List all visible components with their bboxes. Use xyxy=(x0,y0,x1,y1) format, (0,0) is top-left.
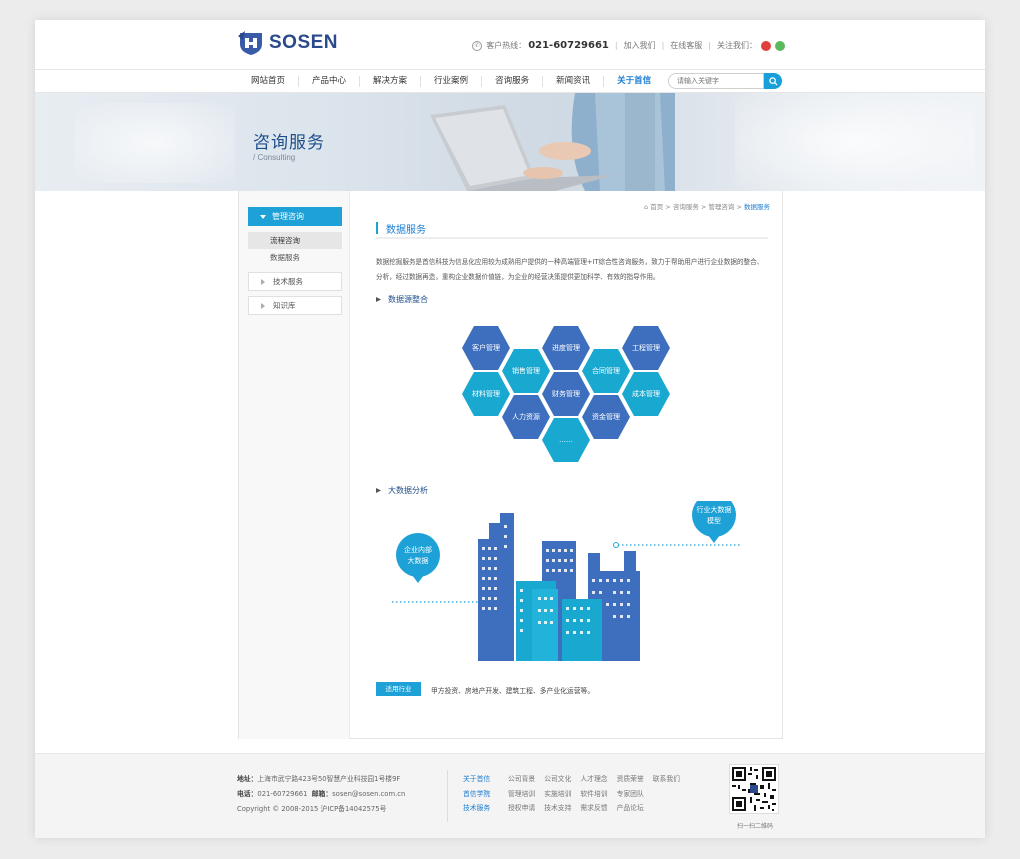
bubble-right-line2: 模型 xyxy=(707,516,721,525)
subsection-data-integration: 数据源整合 xyxy=(376,294,428,305)
hex-engineering: 工程管理 xyxy=(622,326,670,370)
caret-right-icon xyxy=(261,303,265,309)
breadcrumb-current: 数据服务 xyxy=(744,203,770,211)
qr-caption: 扫一扫二维码 xyxy=(736,823,773,830)
footer-head-academy[interactable]: 首信学院 xyxy=(463,787,508,802)
footer-head-tech[interactable]: 技术服务 xyxy=(463,801,508,816)
hotline-label: 客户热线： xyxy=(486,41,527,50)
nav-news[interactable]: 新闻资讯 xyxy=(542,75,603,87)
qr-code xyxy=(729,764,779,814)
hex-material: 材料管理 xyxy=(462,372,510,416)
online-service-link[interactable]: 在线客服 xyxy=(670,40,702,51)
nav-products[interactable]: 产品中心 xyxy=(298,75,359,87)
main-content: ⌂ 首页 > 咨询服务 > 管理咨询 > 数据服务 数据服务 数据挖掘服务是首信… xyxy=(354,191,784,739)
breadcrumb-management[interactable]: 管理咨询 xyxy=(708,203,734,211)
search-icon xyxy=(768,76,778,86)
hex-finance: 财务管理 xyxy=(542,372,590,416)
sidebar-group-knowledge-base[interactable]: 知识库 xyxy=(248,296,342,315)
weibo-icon[interactable] xyxy=(761,40,771,51)
caret-right-icon xyxy=(261,279,265,285)
wechat-icon[interactable] xyxy=(775,40,785,51)
footer-address: 上海市武宁路423号50智慧产业科技园1号楼9F xyxy=(257,775,401,783)
nav-consulting[interactable]: 咨询服务 xyxy=(481,75,542,87)
logo[interactable]: SOSEN xyxy=(237,30,338,56)
breadcrumb-home[interactable]: 首页 xyxy=(650,203,663,211)
search-box xyxy=(668,73,782,89)
page: SOSEN ✆ 客户热线： 021-60729661 | 加入我们 | 在线客服… xyxy=(35,20,985,838)
footer-link[interactable]: 产品论坛 xyxy=(617,801,644,816)
bullet-icon xyxy=(376,297,381,302)
hex-funds: 资金管理 xyxy=(582,395,630,439)
footer-link[interactable]: 人才理念 xyxy=(580,772,607,787)
phone-icon: ✆ xyxy=(472,40,483,51)
hex-progress: 进度管理 xyxy=(542,326,590,370)
hexagon-diagram: 客户管理 进度管理 工程管理 销售管理 合同管理 材料管理 财务管理 成本管理 … xyxy=(462,326,682,468)
nav-cases[interactable]: 行业案例 xyxy=(420,75,481,87)
footer-info: 地址：上海市武宁路423号50智慧产业科技园1号楼9F 电话：021-60729… xyxy=(237,772,405,817)
caret-down-icon xyxy=(260,214,266,219)
main-nav: 网站首页 产品中心 解决方案 行业案例 咨询服务 新闻资讯 关于首信 xyxy=(35,69,985,93)
nav-about[interactable]: 关于首信 xyxy=(603,75,664,87)
sidebar-item-data-service[interactable]: 数据服务 xyxy=(248,249,342,266)
hex-contract: 合同管理 xyxy=(582,349,630,393)
footer-links: 关于首信 公司背景 公司文化 人才理念 资质荣誉 联系我们 首信学院 管理培训 … xyxy=(463,772,689,816)
sidebar-group-tech-service[interactable]: 技术服务 xyxy=(248,272,342,291)
bubble-left-line1: 企业内部 xyxy=(404,545,432,554)
hex-customer: 客户管理 xyxy=(462,326,510,370)
breadcrumb-consulting[interactable]: 咨询服务 xyxy=(673,203,699,211)
qr-code-icon xyxy=(732,767,776,811)
search-button[interactable] xyxy=(764,73,782,89)
content-area: 管理咨询 流程咨询 数据服务 技术服务 知识库 ⌂ 首页 > 咨询服务 > 管理… xyxy=(238,191,783,739)
hex-cost: 成本管理 xyxy=(622,372,670,416)
header: SOSEN ✆ 客户热线： 021-60729661 | 加入我们 | 在线客服… xyxy=(35,20,985,70)
footer-link[interactable]: 需求反馈 xyxy=(580,801,607,816)
footer-copyright: Copyright © 2008-2015 沪ICP备14042575号 xyxy=(237,805,387,813)
footer-link[interactable]: 实施培训 xyxy=(544,787,571,802)
logo-text: SOSEN xyxy=(269,32,339,53)
join-us-link[interactable]: 加入我们 xyxy=(624,40,656,51)
subsection-big-data: 大数据分析 xyxy=(376,485,428,496)
footer-link[interactable]: 专家团队 xyxy=(617,787,644,802)
footer-link[interactable]: 公司文化 xyxy=(544,772,571,787)
hex-hr: 人力资源 xyxy=(502,395,550,439)
footer-link[interactable]: 授权申请 xyxy=(508,801,535,816)
footer-link[interactable]: 公司背景 xyxy=(508,772,535,787)
footer-link[interactable]: 技术支持 xyxy=(544,801,571,816)
footer: 地址：上海市武宁路423号50智慧产业科技园1号楼9F 电话：021-60729… xyxy=(35,753,985,838)
industry-label: 适用行业 xyxy=(376,682,421,696)
follow-us-label: 关注我们： xyxy=(717,41,757,50)
bullet-icon xyxy=(376,488,381,493)
home-icon: ⌂ xyxy=(644,203,649,211)
section-title: 数据服务 xyxy=(376,219,768,239)
hex-sales: 销售管理 xyxy=(502,349,550,393)
banner-subtitle: / Consulting xyxy=(253,153,296,162)
banner-title: 咨询服务 xyxy=(253,133,325,153)
sidebar-group-management-consulting[interactable]: 管理咨询 xyxy=(248,207,342,226)
industry-text: 甲方投资、房地产开发、建筑工程、多产业化运营等。 xyxy=(431,687,595,695)
hex-more: …… xyxy=(542,418,590,462)
sidebar-item-process-consulting[interactable]: 流程咨询 xyxy=(248,232,342,249)
footer-link[interactable]: 软件培训 xyxy=(580,787,607,802)
hotline-number: 021-60729661 xyxy=(528,40,609,51)
logo-icon xyxy=(238,31,262,55)
footer-phone: 021-60729661 xyxy=(257,790,308,798)
banner: 咨询服务 / Consulting xyxy=(35,93,985,191)
bubble-left-line2: 大数据 xyxy=(408,556,429,565)
footer-head-about[interactable]: 关于首信 xyxy=(463,772,508,787)
bubble-right-line1: 行业大数据 xyxy=(697,505,732,514)
intro-text: 数据挖掘服务是首信科技为信息化应用较为成熟用户提供的一种高端管理+IT综合性咨询… xyxy=(376,258,764,281)
footer-link[interactable]: 管理培训 xyxy=(508,787,535,802)
search-input[interactable] xyxy=(668,73,764,89)
page-title: 数据服务 xyxy=(386,225,426,236)
footer-link[interactable]: 资质荣誉 xyxy=(617,772,644,787)
top-links: ✆ 客户热线： 021-60729661 | 加入我们 | 在线客服 | 关注我… xyxy=(472,40,785,51)
footer-email[interactable]: sosen@sosen.com.cn xyxy=(332,790,405,798)
nav-home[interactable]: 网站首页 xyxy=(237,76,298,87)
city-illustration: 企业内部 大数据 行业大数据 模型 xyxy=(392,501,742,661)
breadcrumb: ⌂ 首页 > 咨询服务 > 管理咨询 > 数据服务 xyxy=(644,203,770,211)
sidebar: 管理咨询 流程咨询 数据服务 技术服务 知识库 xyxy=(239,191,350,739)
banner-laptop-illustration xyxy=(430,93,675,191)
footer-link[interactable]: 联系我们 xyxy=(653,772,680,787)
nav-solutions[interactable]: 解决方案 xyxy=(359,75,420,87)
